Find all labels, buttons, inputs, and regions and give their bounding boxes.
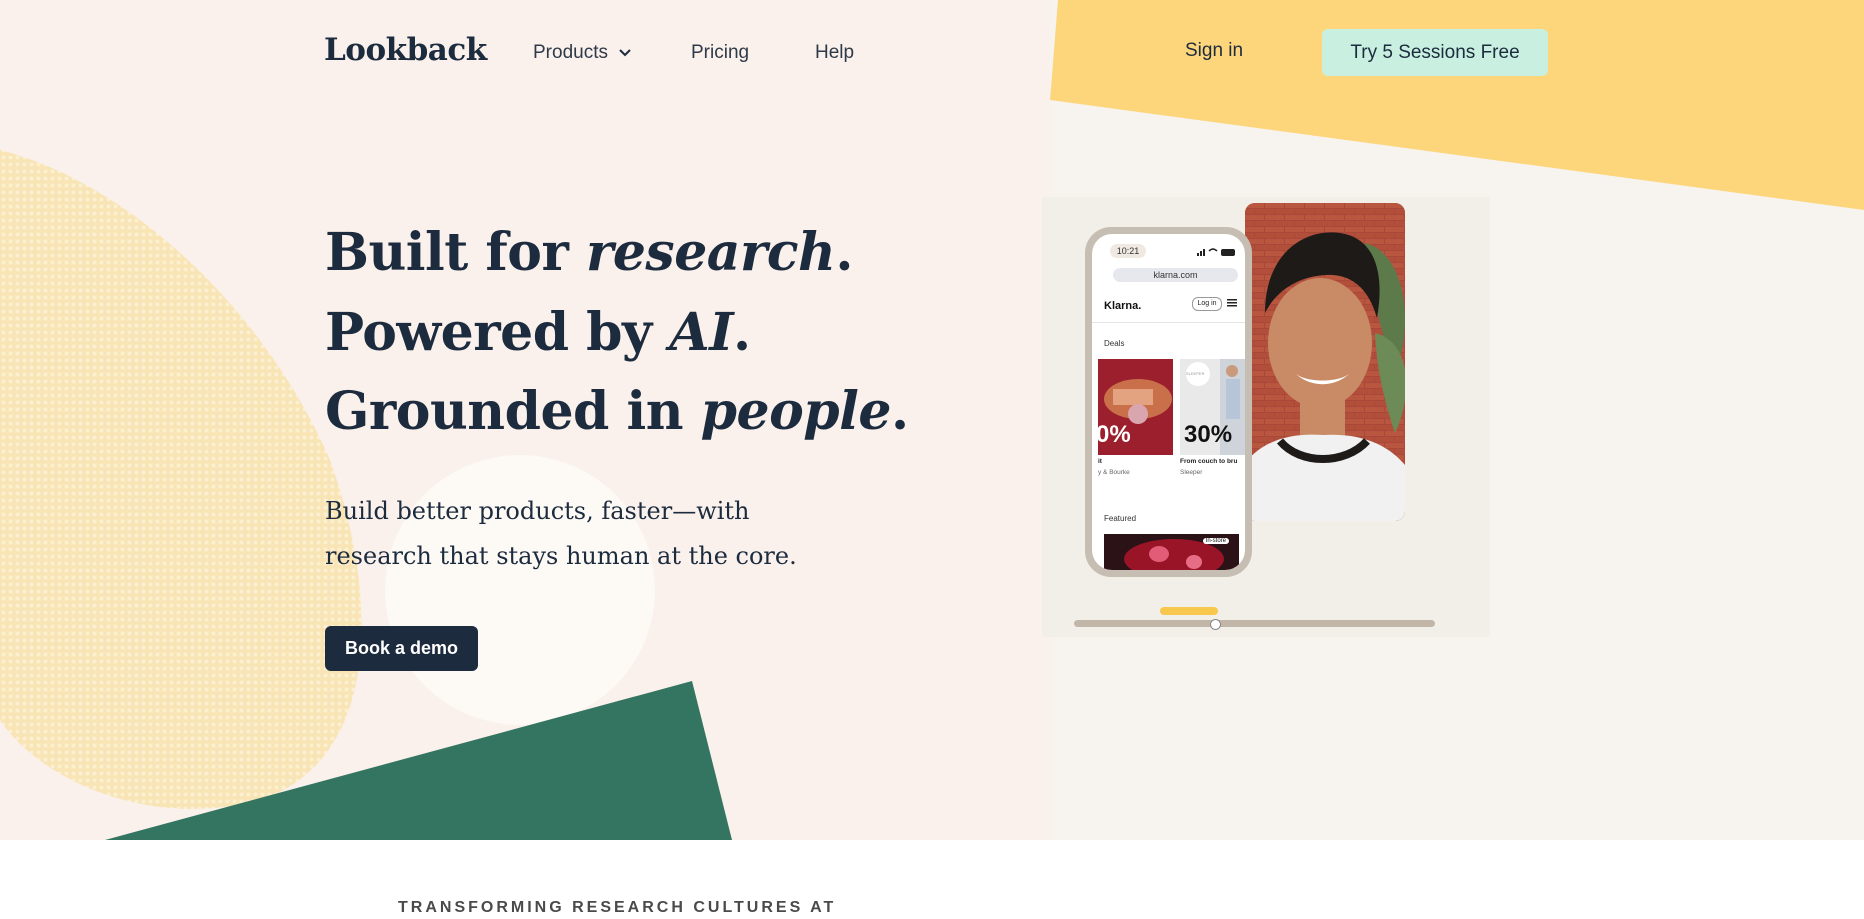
phone-login-button: Log in xyxy=(1192,297,1222,311)
participant-video xyxy=(1245,203,1405,521)
deal-tile-1: 0% xyxy=(1098,359,1173,455)
chevron-down-icon xyxy=(619,49,631,57)
top-navigation: Lookback Products Pricing Help Sign in T… xyxy=(0,0,1864,105)
headline-line-1: Built for research. xyxy=(325,222,853,283)
deal-2-subtitle: Sleeper xyxy=(1180,469,1203,476)
featured-image: In-store xyxy=(1104,534,1239,570)
battery-icon xyxy=(1221,249,1235,256)
headline-2-period: . xyxy=(733,302,751,363)
participant-portrait xyxy=(1245,203,1405,521)
deal-2-title: From couch to bru xyxy=(1180,458,1238,465)
signal-icon xyxy=(1197,253,1199,256)
video-scrubber[interactable] xyxy=(1074,620,1435,627)
white-circle xyxy=(385,455,655,725)
address-bar: klarna.com xyxy=(1113,268,1238,282)
featured-label: Featured xyxy=(1104,514,1137,523)
hero-subtitle-line-1: Build better products, faster—with xyxy=(325,497,750,525)
headline-1-period: . xyxy=(835,222,853,283)
headline-3-period: . xyxy=(891,381,909,442)
status-icons xyxy=(1197,248,1235,256)
headline-line-2: Powered by AI. xyxy=(325,302,751,363)
headline-3-italic: people xyxy=(700,381,892,442)
menu-icon xyxy=(1227,299,1237,307)
nav-help[interactable]: Help xyxy=(815,42,854,64)
nav-pricing[interactable]: Pricing xyxy=(691,42,749,64)
decorative-shapes xyxy=(0,0,1864,840)
deal-1-title: it xyxy=(1098,458,1102,465)
video-progress-highlight xyxy=(1160,607,1218,615)
deal-tile-2: SLEEPER 30% xyxy=(1180,359,1245,455)
deal-1-percent: 0% xyxy=(1098,421,1131,448)
phone-mockup: 10:21 klarna.com Klarna. Log in Deals 0% xyxy=(1085,227,1252,577)
scrubber-handle[interactable] xyxy=(1210,619,1221,630)
headline-1-text: Built for xyxy=(325,222,586,283)
headline-3-text: Grounded in xyxy=(325,381,701,442)
try-sessions-button[interactable]: Try 5 Sessions Free xyxy=(1322,29,1548,76)
deals-label: Deals xyxy=(1104,339,1125,348)
hero-subtitle-line-2: research that stays human at the core. xyxy=(325,542,797,570)
sign-in-link[interactable]: Sign in xyxy=(1185,40,1243,62)
status-time: 10:21 xyxy=(1110,244,1146,258)
yellow-textured-blob xyxy=(0,150,362,809)
phone-divider xyxy=(1092,322,1245,323)
headline-2-text: Powered by xyxy=(325,302,670,363)
phone-screen: 10:21 klarna.com Klarna. Log in Deals 0% xyxy=(1092,234,1245,570)
nav-products[interactable]: Products xyxy=(533,42,631,64)
wifi-icon xyxy=(1208,248,1218,252)
deal-2-percent: 30% xyxy=(1184,421,1233,448)
headline-1-italic: research xyxy=(585,222,836,283)
book-demo-button[interactable]: Book a demo xyxy=(325,626,478,671)
hero-section xyxy=(0,0,1864,840)
instore-badge: In-store xyxy=(1202,538,1229,544)
trusted-by-heading: TRANSFORMING RESEARCH CULTURES AT xyxy=(398,899,837,916)
nav-products-label: Products xyxy=(533,42,608,63)
sleeper-logo: SLEEPER xyxy=(1186,371,1205,376)
klarna-logo: Klarna. xyxy=(1104,300,1142,312)
headline-line-3: Grounded in people. xyxy=(325,381,909,442)
lookback-logo[interactable]: Lookback xyxy=(324,32,487,68)
headline-2-italic: AI xyxy=(669,302,734,363)
deal-1-subtitle: y & Bourke xyxy=(1098,469,1130,476)
